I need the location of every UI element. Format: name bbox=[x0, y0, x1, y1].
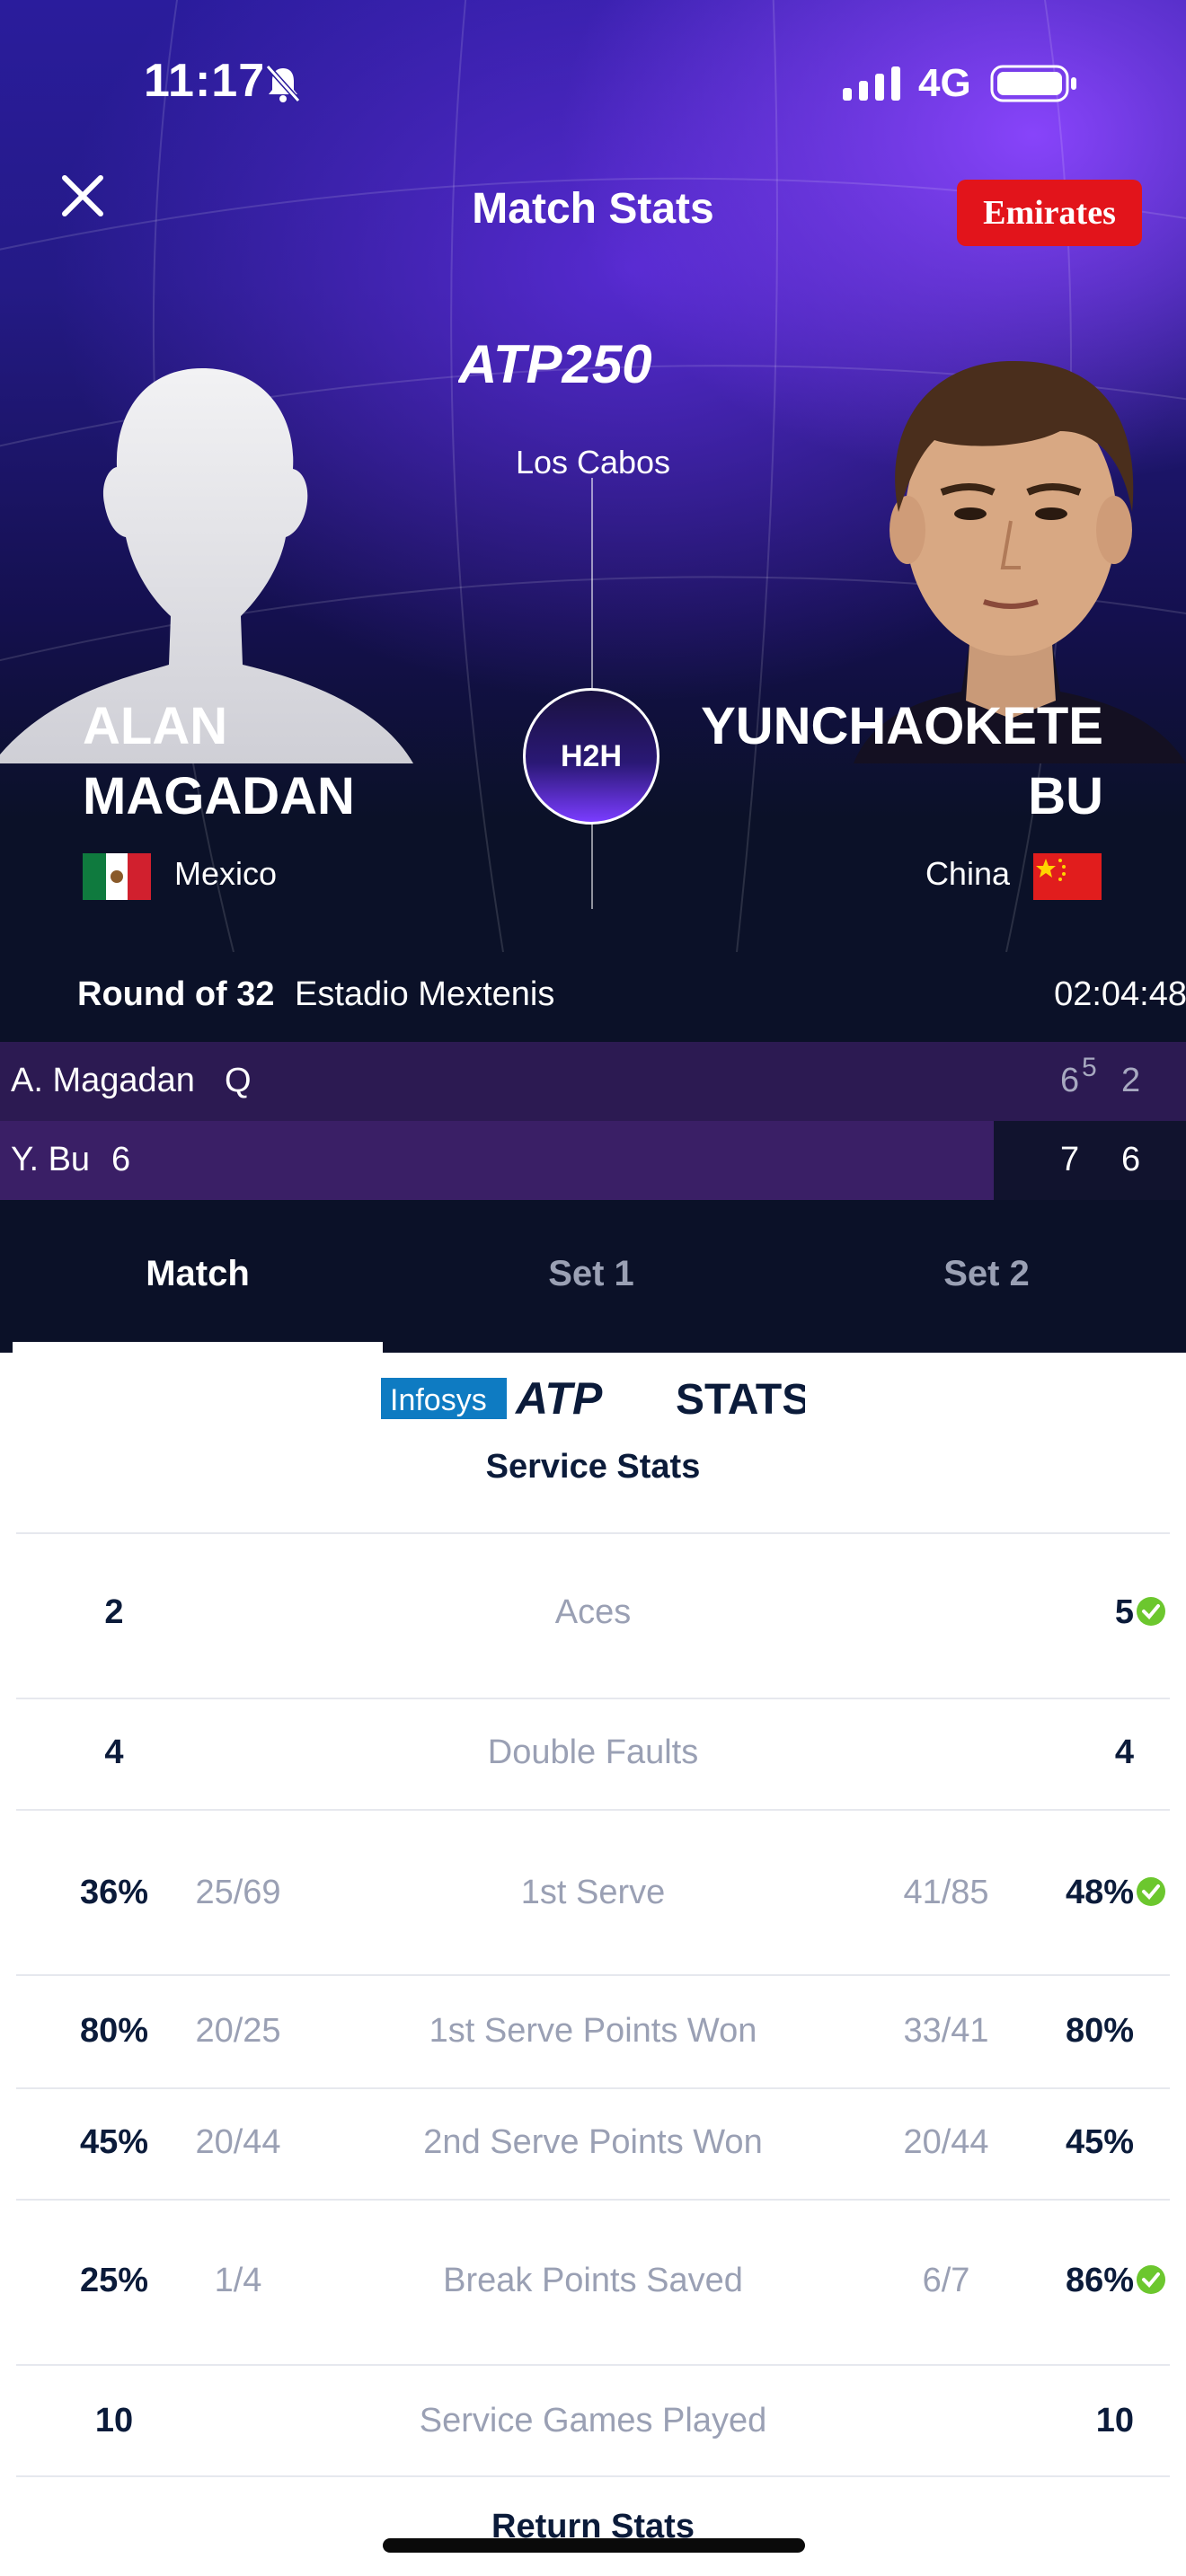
separator bbox=[16, 2475, 1170, 2477]
separator bbox=[16, 2087, 1170, 2089]
left-value: 80% bbox=[79, 2012, 149, 2050]
score-player-seed: Q bbox=[225, 1062, 252, 1099]
tournament-location: Los Cabos bbox=[515, 444, 671, 481]
stat-label: Double Faults bbox=[487, 1734, 699, 1771]
close-icon[interactable] bbox=[58, 171, 108, 221]
left-value: 10 bbox=[94, 2402, 134, 2439]
score-sets: 6 5 2 bbox=[994, 1042, 1186, 1121]
left-fraction: 1/4 bbox=[214, 2262, 262, 2299]
match-court: Estadio Mextenis bbox=[295, 975, 555, 1013]
right-value: 80% bbox=[1065, 2012, 1134, 2050]
right-value: 48% bbox=[1066, 1874, 1166, 1912]
stat-label: Aces bbox=[554, 1593, 632, 1631]
match-duration: 02:04:48 bbox=[1054, 975, 1186, 1013]
right-value: 5 bbox=[1115, 1593, 1166, 1632]
player2-name[interactable]: YUNCHAOKETE BU bbox=[701, 692, 1103, 832]
network-type: 4G bbox=[918, 61, 971, 105]
scoreboard-row-player1: A. Magadan Q 6 5 2 bbox=[0, 1042, 1186, 1121]
separator bbox=[16, 1698, 1170, 1699]
tab-set-1[interactable]: Set 1 bbox=[456, 1254, 726, 1294]
tiebreak-score: 5 bbox=[1082, 1053, 1097, 1082]
left-value: 45% bbox=[79, 2123, 149, 2161]
match-round: Round of 32 bbox=[77, 975, 275, 1013]
right-value: 10 bbox=[1095, 2402, 1134, 2439]
left-value: 36% bbox=[79, 1874, 149, 1911]
player1-name[interactable]: ALAN MAGADAN bbox=[83, 692, 355, 832]
clock: 11:17 bbox=[144, 55, 266, 107]
right-fraction: 41/85 bbox=[903, 1874, 989, 1911]
leader-check-icon bbox=[1137, 2265, 1165, 2294]
stats-logo-text: STATS bbox=[676, 1376, 805, 1424]
player2-country: China bbox=[925, 855, 1010, 892]
right-value: 45% bbox=[1065, 2123, 1134, 2161]
h2h-button[interactable]: H2H bbox=[523, 688, 659, 825]
bell-muted-icon bbox=[265, 64, 301, 103]
match-info-bar: Round of 32 Estadio Mextenis 02:04:48 bbox=[0, 952, 1186, 1042]
left-value: 2 bbox=[104, 1593, 124, 1631]
set2-score: 6 bbox=[1121, 1141, 1141, 1178]
score-player-name: A. Magadan bbox=[11, 1062, 195, 1099]
active-tab-indicator bbox=[13, 1342, 383, 1353]
infosys-logo-text: Infosys bbox=[390, 1383, 487, 1417]
leader-check-icon bbox=[1137, 1877, 1165, 1906]
set1-score: 6 bbox=[1060, 1062, 1080, 1099]
right-fraction: 20/44 bbox=[903, 2123, 989, 2161]
separator bbox=[16, 1974, 1170, 1976]
battery-icon bbox=[990, 65, 1076, 102]
left-fraction: 20/44 bbox=[195, 2123, 281, 2161]
match-header: 11:17 4G Match Stats Emirates ATP250 Los… bbox=[0, 0, 1186, 952]
atp-250-logo: ATP250 bbox=[458, 334, 652, 394]
score-player-name: Y. Bu bbox=[11, 1141, 91, 1178]
separator bbox=[16, 1532, 1170, 1534]
separator bbox=[16, 2199, 1170, 2201]
infosys-atp-stats-logo: Infosys ATP STATS bbox=[381, 1373, 805, 1424]
left-fraction: 20/25 bbox=[195, 2012, 281, 2050]
china-flag-icon bbox=[1033, 853, 1102, 900]
player1-country: Mexico bbox=[174, 855, 278, 892]
separator bbox=[16, 2364, 1170, 2366]
stat-label: 2nd Serve Points Won bbox=[423, 2123, 763, 2161]
atp-logo-text: ATP bbox=[514, 1373, 603, 1424]
tab-set-2[interactable]: Set 2 bbox=[852, 1254, 1121, 1294]
right-fraction: 6/7 bbox=[922, 2262, 970, 2299]
set1-score: 7 bbox=[1060, 1141, 1080, 1178]
right-value: 86% bbox=[1066, 2262, 1166, 2300]
score-player-seed: 6 bbox=[111, 1141, 131, 1178]
right-fraction: 33/41 bbox=[903, 2012, 989, 2050]
separator bbox=[16, 1809, 1170, 1811]
atp-250-logo-text: ATP250 bbox=[458, 334, 652, 394]
home-indicator[interactable] bbox=[383, 2538, 805, 2553]
stat-label: Service Games Played bbox=[419, 2402, 767, 2439]
stat-label: 1st Serve bbox=[520, 1874, 666, 1911]
page-title: Match Stats bbox=[472, 185, 714, 233]
stat-label: 1st Serve Points Won bbox=[429, 2012, 757, 2050]
right-value: 4 bbox=[1114, 1734, 1134, 1771]
scoreboard-row-player2: Y. Bu 6 7 6 bbox=[0, 1121, 1186, 1200]
tab-match[interactable]: Match bbox=[63, 1254, 332, 1294]
signal-strength-icon bbox=[843, 66, 900, 101]
leader-check-icon bbox=[1137, 1597, 1165, 1626]
score-sets: 7 6 bbox=[994, 1121, 1186, 1200]
mexico-flag-icon bbox=[83, 853, 151, 900]
left-value: 25% bbox=[79, 2262, 149, 2299]
left-fraction: 25/69 bbox=[195, 1874, 281, 1911]
left-value: 4 bbox=[104, 1734, 124, 1771]
service-stats-title: Service Stats bbox=[485, 1448, 701, 1486]
set2-score: 2 bbox=[1121, 1062, 1141, 1099]
stat-label: Break Points Saved bbox=[443, 2262, 743, 2299]
status-bar: 11:17 4G bbox=[0, 0, 1186, 171]
sponsor-logo[interactable]: Emirates bbox=[957, 180, 1142, 246]
tab-bar: Match Set 1 Set 2 bbox=[0, 1200, 1186, 1353]
